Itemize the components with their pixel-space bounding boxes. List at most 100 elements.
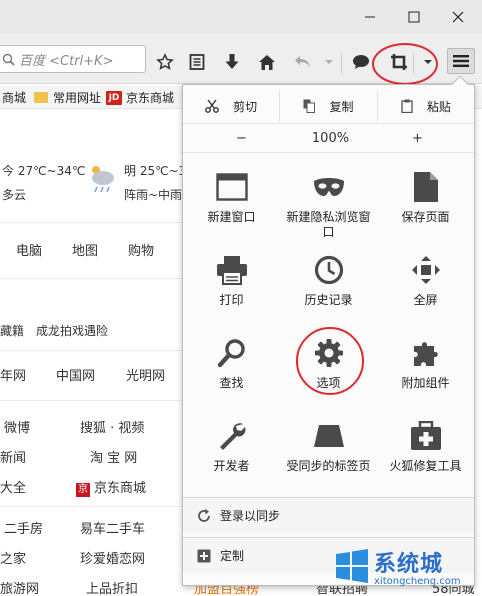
cut-label: 剪切 [233,99,258,114]
menu-item-label: 打印 [219,293,244,307]
back-icon [295,56,310,68]
customize-plus-icon [197,549,211,562]
history-item[interactable]: 历史记录 [280,246,377,329]
site-link[interactable]: 上品折扣 [86,578,138,596]
nav-link[interactable]: 购物 [128,240,154,259]
sync-icon [198,508,210,522]
search-icon [2,53,15,66]
site-link[interactable]: 二手房 [4,518,43,537]
close-icon [452,11,464,23]
folder-icon [34,92,48,103]
search-box[interactable]: 百度 <Ctrl+K> [0,45,146,73]
fullscreen-icon [411,256,440,284]
site-link[interactable]: 之家 [0,548,26,567]
nav-link[interactable]: 地图 [72,240,98,259]
save-page-item[interactable]: 保存页面 [377,163,474,246]
site-link[interactable]: 微博 [4,417,30,436]
site-link[interactable]: 新闻 [0,447,26,466]
zoom-out-button[interactable]: − [183,124,300,152]
divider [0,400,190,401]
print-item[interactable]: 打印 [183,246,280,329]
minimize-button[interactable] [350,3,390,31]
addons-puzzle-icon [413,342,438,366]
sign-in-sync-button[interactable]: 登录以同步 [183,497,474,533]
site-link[interactable]: 大全 [0,477,26,496]
reading-list-button[interactable] [186,51,208,73]
download-button[interactable] [221,51,243,73]
site-link[interactable]: 易车二手车 [80,518,145,537]
paste-button[interactable]: 粘贴 [376,90,474,122]
rain-cloud-icon [92,166,114,193]
bookmark-item[interactable]: 商城 [2,89,26,106]
zoom-in-button[interactable]: + [361,124,474,152]
menu-item-label: 开发者 [213,459,250,473]
repair-toolkit-item[interactable]: 火狐修复工具 [377,412,474,495]
customize-label: 定制 [220,549,245,563]
divider [0,350,190,351]
chat-icon [353,55,369,69]
paste-label: 粘贴 [426,99,451,114]
maximize-button[interactable] [394,3,434,31]
menu-item-label: 历史记录 [304,293,353,307]
site-link[interactable]: 旅游网 [0,578,39,596]
divider [0,278,190,279]
synced-tabs-item[interactable]: 受同步的标签页 [280,412,377,495]
menu-item-label: 新建窗口 [207,210,256,224]
addons-item[interactable]: 附加组件 [377,329,474,412]
menu-item-label: 受同步的标签页 [286,459,371,473]
repair-toolkit-icon [410,421,441,450]
site-link[interactable]: 搜狐 · 视频 [80,417,144,436]
menu-items-grid: 新建窗口 新建隐私浏览窗口 保存页面 打印 历史记录 全屏 查找 选项 附加组件… [183,163,474,495]
screenshot-dropdown-button[interactable] [417,51,439,73]
options-item[interactable]: 选项 [280,329,377,412]
news-link[interactable]: 成龙拍戏遇险 [36,322,108,339]
sync-label: 登录以同步 [220,509,281,523]
synced-tabs-icon [313,425,344,447]
bookmark-star-button[interactable] [154,51,176,73]
new-window-item[interactable]: 新建窗口 [183,163,280,246]
jd-logo-icon: JD [106,90,122,105]
printer-icon [216,256,247,285]
site-link[interactable]: 珍爱婚恋网 [80,548,145,567]
weather-tomorrow: 明 25℃~3 [124,164,187,178]
developer-item[interactable]: 开发者 [183,412,280,495]
screenshot-crop-button[interactable] [388,51,410,73]
zoom-reset-button[interactable]: 100% [300,124,361,152]
bookmark-label: 京东商城 [126,91,175,105]
chat-button[interactable] [350,51,372,73]
bookmark-label: 常用网址 [53,91,102,105]
news-link[interactable]: 藏籍 [0,322,24,339]
site-link-jd[interactable]: 京京东商城 [76,477,146,497]
download-icon [225,54,239,69]
divider [0,222,190,223]
cut-button[interactable]: 剪切 [183,90,279,122]
home-button[interactable] [256,51,278,73]
back-button[interactable] [292,51,314,73]
bookmark-folder[interactable]: 常用网址 [34,89,101,106]
new-private-window-item[interactable]: 新建隐私浏览窗口 [280,163,377,246]
weather-today: 今 27℃~34℃ [2,164,86,178]
site-link[interactable]: 光明网 [126,365,165,384]
copy-button[interactable]: 复制 [279,90,376,122]
home-icon [259,54,275,70]
fullscreen-item[interactable]: 全屏 [377,246,474,329]
copy-icon [303,99,316,113]
menu-item-label: 附加组件 [401,376,450,390]
site-link[interactable]: 中国网 [56,365,95,384]
bookmark-item-jd[interactable]: JD 京东商城 [106,89,174,106]
site-link[interactable]: 年网 [0,365,26,384]
history-dropdown-button[interactable] [318,51,340,73]
site-link[interactable]: 淘 宝 网 [90,447,137,466]
close-button[interactable] [438,3,478,31]
nav-link[interactable]: 电脑 [16,240,42,259]
scissors-icon [205,99,220,113]
find-item[interactable]: 查找 [183,329,280,412]
navigation-toolbar: 百度 <Ctrl+K> [0,34,482,84]
menu-item-label: 选项 [316,376,341,390]
weather-tomorrow-desc: 阵雨~中雨 [124,188,183,202]
save-page-icon [413,172,438,202]
search-placeholder: 百度 <Ctrl+K> [19,53,114,69]
minimize-icon [365,16,375,18]
open-menu-button[interactable] [447,48,475,74]
title-bar [0,0,482,34]
